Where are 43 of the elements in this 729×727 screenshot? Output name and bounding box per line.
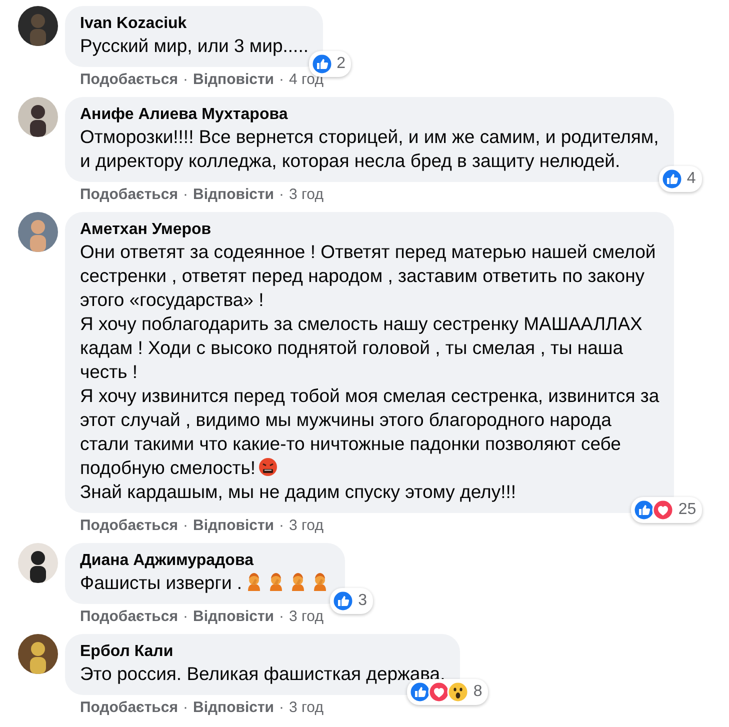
- angry-face-icon: [258, 457, 278, 477]
- timestamp: 3 год: [289, 607, 324, 627]
- reaction-badge[interactable]: 8: [407, 679, 488, 705]
- author-name[interactable]: Ербол Кали: [80, 642, 446, 662]
- separator-dot: ·: [182, 607, 188, 627]
- separator-dot: ·: [279, 185, 284, 205]
- timestamp: 3 год: [289, 516, 324, 536]
- like-link[interactable]: Подобається: [80, 516, 178, 543]
- comment-text: Фашисты изверги .: [80, 571, 330, 595]
- reply-link[interactable]: Відповісти: [192, 70, 274, 97]
- timestamp: 3 год: [289, 698, 324, 718]
- separator-dot: ·: [182, 70, 188, 90]
- separator-dot: ·: [182, 698, 188, 718]
- like-icon: [310, 53, 333, 75]
- separator-dot: ·: [279, 70, 284, 90]
- like-icon: [332, 590, 354, 612]
- reaction-badge[interactable]: 2: [308, 51, 352, 77]
- surprised-face-icon: [447, 681, 470, 703]
- separator-dot: ·: [279, 607, 284, 627]
- author-name[interactable]: Анифе Алиева Мухтарова: [80, 105, 659, 125]
- author-name[interactable]: Диана Аджимурадова: [80, 551, 330, 571]
- author-name[interactable]: Аметхан Умеров: [80, 220, 660, 240]
- like-link[interactable]: Подобається: [80, 607, 178, 634]
- author-name[interactable]: Ivan Kozaciuk: [80, 14, 308, 34]
- reply-link[interactable]: Відповісти: [192, 185, 274, 212]
- like-icon: [660, 168, 683, 190]
- reply-link[interactable]: Відповісти: [192, 607, 274, 634]
- comment-text: Русский мир, или 3 мир.....: [80, 34, 308, 58]
- timestamp: 3 год: [289, 185, 324, 205]
- separator-dot: ·: [279, 516, 284, 536]
- like-icon: [633, 499, 656, 521]
- reply-link[interactable]: Відповісти: [192, 698, 274, 725]
- reaction-badge[interactable]: 4: [658, 166, 702, 192]
- like-link[interactable]: Подобається: [80, 70, 178, 97]
- separator-dot: ·: [182, 185, 188, 205]
- like-link[interactable]: Подобається: [80, 185, 178, 212]
- separator-dot: ·: [182, 516, 188, 536]
- reaction-badge[interactable]: 25: [631, 497, 702, 523]
- separator-dot: ·: [279, 698, 284, 718]
- reply-link[interactable]: Відповісти: [192, 516, 274, 543]
- reaction-badge[interactable]: 3: [330, 588, 374, 614]
- comment-text: Отморозки!!!! Все вернется сторицей, и им же самим, и родителям, и директору колледжа, которая несла бред в защиту нелюдей.: [80, 125, 659, 173]
- like-link[interactable]: Подобається: [80, 698, 178, 725]
